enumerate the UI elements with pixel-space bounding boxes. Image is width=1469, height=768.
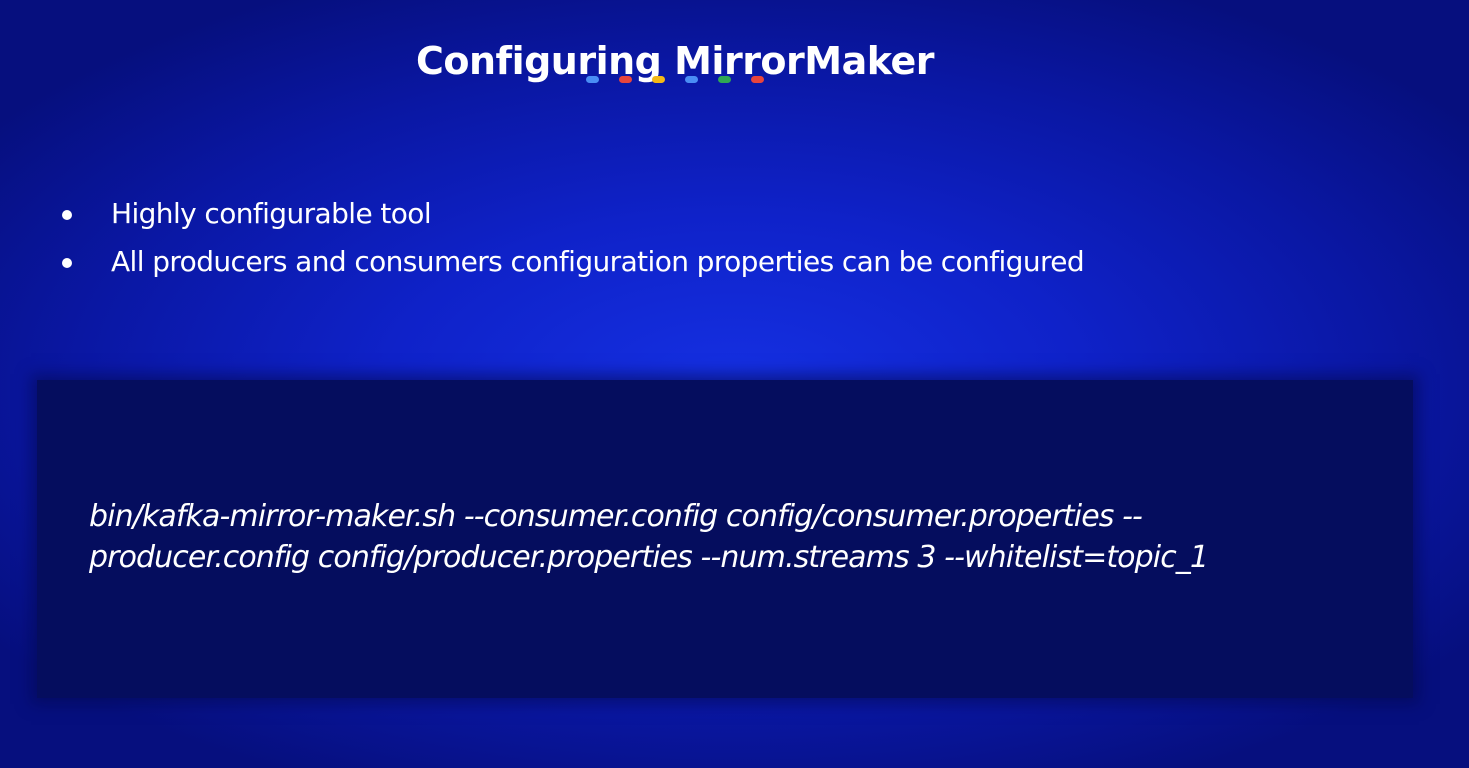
accent-dot-6	[751, 76, 764, 83]
accent-dot-5	[718, 76, 731, 83]
accent-dot-1	[586, 76, 599, 83]
code-block: bin/kafka-mirror-maker.sh --consumer.con…	[37, 380, 1413, 698]
accent-dots	[586, 76, 764, 83]
accent-dot-3	[652, 76, 665, 83]
bullet-text: All producers and consumers configuratio…	[111, 245, 1085, 278]
accent-dot-4	[685, 76, 698, 83]
accent-dot-2	[619, 76, 632, 83]
bullet-icon	[62, 258, 72, 268]
code-line-2: producer.config config/producer.properti…	[89, 540, 1209, 575]
bullet-text: Highly configurable tool	[111, 197, 432, 230]
code-line-1: bin/kafka-mirror-maker.sh --consumer.con…	[89, 499, 1143, 534]
bullet-list: Highly configurable tool All producers a…	[58, 190, 1085, 286]
bullet-item: Highly configurable tool	[58, 190, 1084, 238]
bullet-icon	[62, 210, 72, 220]
bullet-item: All producers and consumers configuratio…	[58, 238, 1085, 286]
code-command: bin/kafka-mirror-maker.sh --consumer.con…	[89, 496, 1389, 578]
